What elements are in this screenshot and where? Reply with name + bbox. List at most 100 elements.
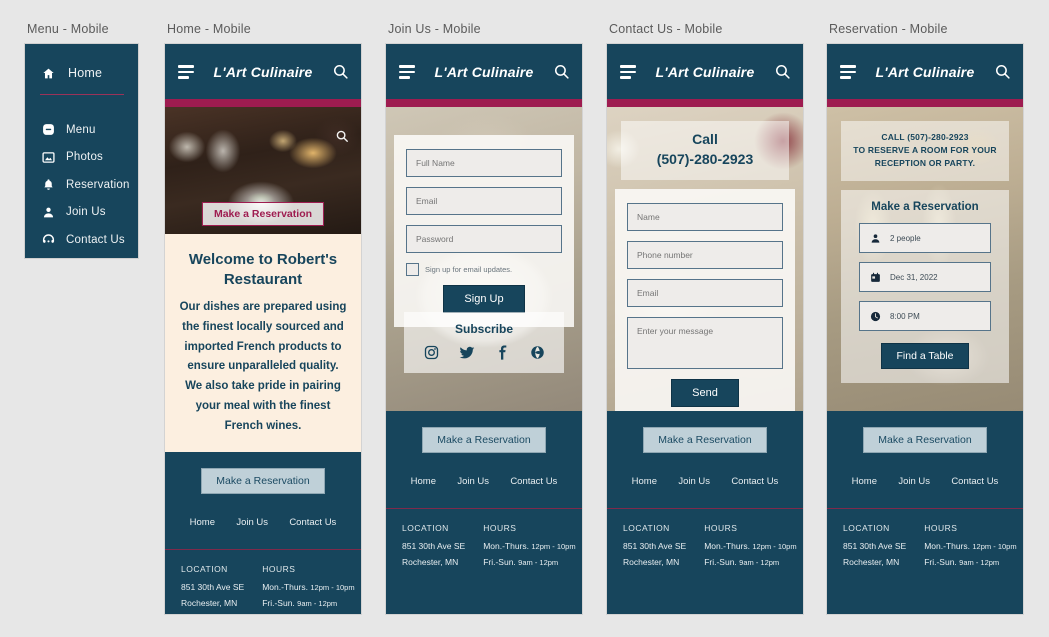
drawer-item-home[interactable]: Home <box>25 62 138 84</box>
mockup-board: Menu - Mobile Home Menu Photos Reservati… <box>0 0 1049 637</box>
time-selector[interactable]: 8:00 PM <box>859 301 991 331</box>
find-a-table-button[interactable]: Find a Table <box>881 343 969 369</box>
email-input[interactable] <box>406 187 562 215</box>
site-footer: Make a Reservation Home Join Us Contact … <box>165 452 361 614</box>
hours-days-2: Fri.-Sun. <box>262 598 295 609</box>
search-icon[interactable] <box>774 63 791 85</box>
password-input[interactable] <box>406 225 562 253</box>
location-line-2: Rochester, MN <box>623 556 680 567</box>
footer-link-join-us[interactable]: Join Us <box>457 476 489 487</box>
drawer-item-reservation[interactable]: Reservation <box>25 177 138 192</box>
footer-link-join-us[interactable]: Join Us <box>898 476 930 487</box>
name-input[interactable] <box>627 203 783 231</box>
notice-line-3: RECEPTION OR PARTY. <box>874 158 976 169</box>
drawer-item-contact-us[interactable]: Contact Us <box>25 232 138 247</box>
phone-number[interactable]: (507)-280-2923 <box>621 150 789 170</box>
footer-info: LOCATION 851 30th Ave SE Rochester, MN H… <box>386 509 582 570</box>
footer-reservation-button[interactable]: Make a Reservation <box>201 468 325 495</box>
hero-reservation-button[interactable]: Make a Reservation <box>201 202 325 226</box>
accent-bar <box>165 99 361 107</box>
hours-heading: HOURS <box>924 523 958 533</box>
signup-button[interactable]: Sign Up <box>443 285 525 313</box>
headset-icon <box>41 233 55 247</box>
party-size-selector[interactable]: 2 people <box>859 223 991 253</box>
footer-reservation-button[interactable]: Make a Reservation <box>863 427 987 453</box>
panel-menu: Menu - Mobile Home Menu Photos Reservati… <box>25 22 138 258</box>
hamburger-menu-icon[interactable] <box>620 65 636 79</box>
panel-reservation: Reservation - Mobile L'Art Culinaire CAL… <box>827 22 1023 614</box>
hours-days-1: Mon.-Thurs. <box>483 541 530 551</box>
hours-line-1: Mon.-Thurs. 12pm - 10pm <box>924 539 1016 555</box>
footer-nav: Home Join Us Contact Us <box>827 453 1023 508</box>
drawer-item-join-us[interactable]: Join Us <box>25 205 138 220</box>
hours-heading: HOURS <box>483 523 517 533</box>
accent-bar <box>607 99 803 107</box>
panel-contact-us: Contact Us - Mobile L'Art Culinaire Call… <box>607 22 803 614</box>
footer-link-contact-us[interactable]: Contact Us <box>510 476 557 487</box>
welcome-body: Our dishes are prepared using the finest… <box>179 301 347 432</box>
email-updates-checkbox[interactable] <box>406 263 419 276</box>
footer-link-contact-us[interactable]: Contact Us <box>289 517 336 528</box>
drawer-label: Photos <box>66 151 104 163</box>
drawer-item-menu[interactable]: Menu <box>25 122 138 137</box>
location-line-2: Rochester, MN <box>402 556 459 567</box>
footer-link-home[interactable]: Home <box>632 476 657 487</box>
hours-time-1: 12pm - 10pm <box>972 542 1017 551</box>
subscribe-section: Subscribe <box>404 312 564 373</box>
hamburger-menu-icon[interactable] <box>178 65 194 79</box>
footer-link-join-us[interactable]: Join Us <box>236 517 268 528</box>
footer-reservation-button[interactable]: Make a Reservation <box>422 427 546 453</box>
footer-hours: HOURS Mon.-Thurs. 12pm - 10pm Fri.-Sun. … <box>704 523 796 570</box>
footer-link-home[interactable]: Home <box>852 476 877 487</box>
hero-image-dining: Make a Reservation <box>165 107 361 234</box>
instagram-icon[interactable] <box>424 345 439 361</box>
hamburger-menu-icon[interactable] <box>840 65 856 79</box>
location-heading: LOCATION <box>181 564 228 575</box>
footer-info: LOCATION 851 30th Ave SE Rochester, MN H… <box>827 509 1023 570</box>
bell-icon <box>41 178 55 192</box>
drawer-label: Join Us <box>66 206 106 218</box>
location-heading: LOCATION <box>402 523 449 533</box>
twitter-icon[interactable] <box>459 345 475 361</box>
hours-days-2: Fri.-Sun. <box>924 556 957 567</box>
search-icon[interactable] <box>553 63 570 85</box>
message-textarea[interactable] <box>627 317 783 369</box>
footer-link-contact-us[interactable]: Contact Us <box>951 476 998 487</box>
footer-link-join-us[interactable]: Join Us <box>678 476 710 487</box>
search-icon[interactable] <box>994 63 1011 85</box>
send-button[interactable]: Send <box>671 379 739 407</box>
hours-days-1: Mon.-Thurs. <box>262 582 309 593</box>
date-selector[interactable]: Dec 31, 2022 <box>859 262 991 292</box>
hamburger-menu-icon[interactable] <box>399 65 415 79</box>
hours-time-2: 9am - 12pm <box>297 599 338 609</box>
device-reservation: L'Art Culinaire CALL (507)-280-2923 TO R… <box>827 44 1023 614</box>
drawer-list: Menu Photos Reservation Join Us Contact … <box>25 122 138 247</box>
hours-heading: HOURS <box>704 523 738 533</box>
globe-icon[interactable] <box>530 345 545 361</box>
drawer-item-photos[interactable]: Photos <box>25 150 138 165</box>
hero-zoom-icon[interactable] <box>335 129 349 148</box>
hours-days-2: Fri.-Sun. <box>704 556 737 567</box>
search-icon[interactable] <box>332 63 349 85</box>
welcome-title: Welcome to Robert's Restaurant <box>188 251 338 288</box>
app-header-home: L'Art Culinaire <box>165 44 361 99</box>
full-name-input[interactable] <box>406 149 562 177</box>
hero-image-salad: Sign up for email updates. Sign Up Subsc… <box>386 107 582 411</box>
clock-icon <box>868 309 882 323</box>
email-input[interactable] <box>627 279 783 307</box>
footer-location: LOCATION 851 30th Ave SE Rochester, MN <box>623 523 686 570</box>
footer-link-home[interactable]: Home <box>190 517 215 528</box>
facebook-icon[interactable] <box>495 345 510 361</box>
hours-heading: HOURS <box>262 564 296 575</box>
panel-title-join-us: Join Us - Mobile <box>388 22 481 36</box>
hours-days-2: Fri.-Sun. <box>483 556 516 567</box>
location-line-2: Rochester, MN <box>843 556 900 567</box>
email-updates-row[interactable]: Sign up for email updates. <box>406 263 562 276</box>
footer-link-contact-us[interactable]: Contact Us <box>731 476 778 487</box>
hours-time-1: 12pm - 10pm <box>310 583 355 593</box>
phone-input[interactable] <box>627 241 783 269</box>
footer-location: LOCATION 851 30th Ave SE Rochester, MN <box>402 523 465 570</box>
hours-time-2: 9am - 12pm <box>959 557 1000 567</box>
footer-link-home[interactable]: Home <box>411 476 436 487</box>
footer-reservation-button[interactable]: Make a Reservation <box>643 427 767 453</box>
